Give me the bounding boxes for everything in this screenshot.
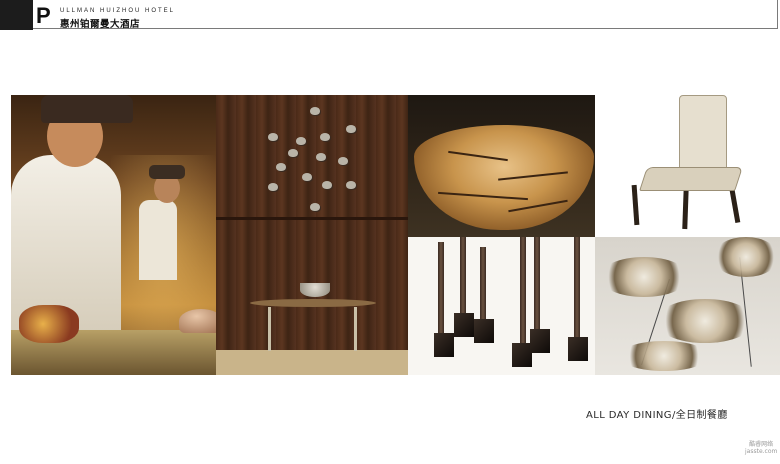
lily-pad-disc (713, 237, 779, 277)
bird-sculpture (288, 149, 298, 157)
sculpture-base (474, 319, 494, 343)
console-leg (268, 307, 271, 351)
floor (216, 350, 408, 375)
console-table-top (250, 299, 376, 307)
chef-foreground-hat (41, 95, 133, 123)
bird-sculpture (320, 133, 330, 141)
bird-sculpture (302, 173, 312, 181)
chair-seat (639, 167, 743, 191)
sculpture-pole (480, 247, 486, 322)
photo-dining-chair (595, 95, 780, 237)
photo-chefs (11, 95, 216, 375)
chair-back (679, 95, 727, 175)
sculpture-base (568, 337, 588, 361)
bird-sculpture (310, 107, 320, 115)
sculpture-pole (438, 242, 444, 342)
chair-leg (631, 184, 640, 226)
sculpture-pole (460, 237, 466, 317)
lily-pad-disc (599, 257, 689, 297)
logo-mark: P (36, 3, 51, 28)
header-color-block (0, 0, 33, 30)
header-bar: P ULLMAN HUIZHOU HOTEL 惠州铂爾曼大酒店 (0, 0, 780, 30)
header-divider-right (777, 0, 778, 29)
sculpture-pole (534, 237, 540, 332)
silver-bowl (300, 283, 330, 297)
food-dish (19, 305, 79, 343)
bird-sculpture (268, 133, 278, 141)
brand-name-chinese: 惠州铂爾曼大酒店 (60, 19, 141, 30)
bird-sculpture (276, 163, 286, 171)
photo-wall-sculptures (216, 95, 408, 375)
bird-sculpture (346, 125, 356, 133)
sculpture-base (512, 343, 532, 367)
sculpture-base (454, 313, 474, 337)
chef-background-hat (149, 165, 185, 179)
bird-sculpture (316, 153, 326, 161)
bird-sculpture (296, 137, 306, 145)
photo-log-table (408, 95, 595, 237)
bird-sculpture (268, 183, 278, 191)
bird-sculpture (346, 181, 356, 189)
section-caption: ALL DAY DINING/全日制餐廳 (586, 410, 728, 421)
photo-lily-pad-sculptures (595, 237, 780, 375)
bird-sculpture (338, 157, 348, 165)
wall-panel-seam (216, 217, 408, 220)
console-leg (354, 307, 357, 351)
brand-name-english: ULLMAN HUIZHOU HOTEL (60, 8, 176, 14)
chef-background-body (139, 200, 177, 280)
header-divider (33, 28, 778, 29)
bird-sculpture (322, 181, 332, 189)
bird-sculpture (310, 203, 320, 211)
watermark-line-2: jasste.com (745, 448, 778, 455)
photo-sculpture-poles (408, 237, 595, 375)
watermark-line-1: 酷睿网络 (749, 441, 774, 448)
copper-dome (179, 309, 216, 333)
sculpture-pole (520, 237, 526, 347)
sculpture-base (434, 333, 454, 357)
sculpture-pole (574, 237, 580, 339)
sculpture-base (530, 329, 550, 353)
lily-pad-disc (619, 341, 709, 371)
lily-pad-disc (655, 299, 755, 343)
chair-leg (682, 186, 689, 230)
watermark: 酷睿网络 jasste.com (745, 441, 777, 455)
